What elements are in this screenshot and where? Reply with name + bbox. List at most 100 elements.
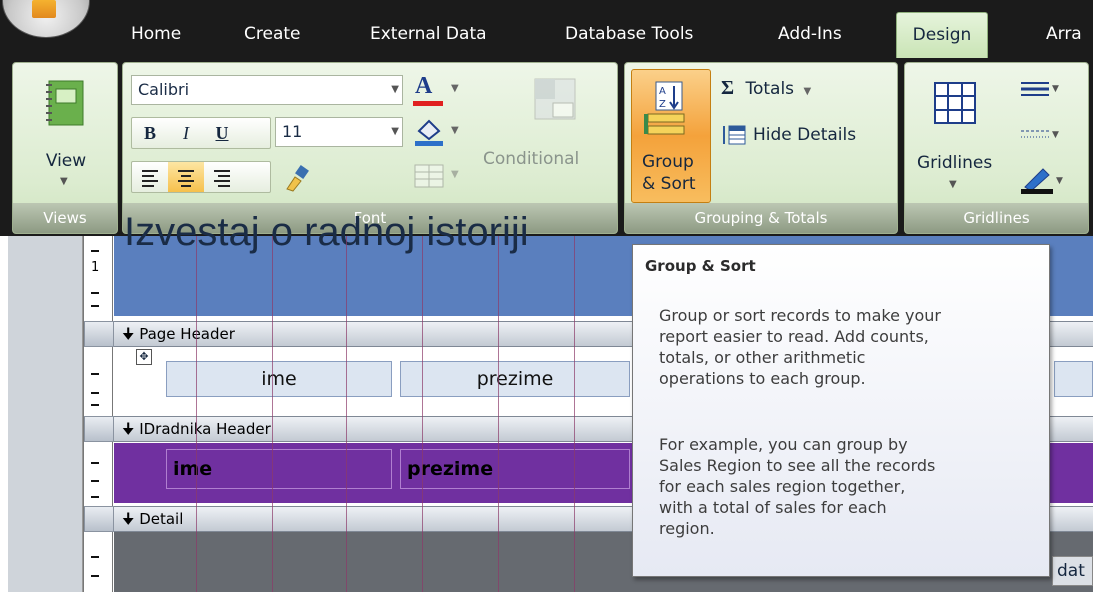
section-selector[interactable]: [84, 416, 114, 442]
ruler-tick: [91, 292, 99, 294]
align-left-icon[interactable]: [132, 162, 168, 192]
view-notebook-icon: [46, 80, 84, 126]
ruler-tick: [91, 250, 99, 252]
font-name-value: Calibri: [138, 80, 190, 99]
tooltip-line: For example, you can group by: [659, 435, 908, 454]
section-selector[interactable]: [84, 506, 114, 532]
totals-button[interactable]: Σ Totals ▼: [721, 77, 811, 105]
svg-text:A: A: [659, 86, 666, 97]
section-selector[interactable]: [84, 321, 114, 347]
section-arrow-icon: 🠋: [122, 510, 135, 528]
views-group-label: Views: [13, 203, 117, 233]
tooltip-line: Group or sort records to make your: [659, 306, 941, 325]
svg-text:▼: ▼: [1052, 84, 1059, 94]
bold-button[interactable]: B: [132, 118, 168, 148]
chevron-down-icon: ▼: [451, 125, 459, 136]
hide-details-label: Hide Details: [753, 125, 857, 145]
tab-external-data[interactable]: External Data: [370, 14, 487, 54]
font-size-value: 11: [282, 122, 303, 141]
sigma-icon: Σ: [721, 77, 735, 99]
tab-add-ins[interactable]: Add-Ins: [778, 14, 842, 54]
font-name-combo[interactable]: Calibri ▼: [131, 75, 403, 105]
design-grid-line: [272, 236, 273, 592]
tooltip-line: Sales Region to see all the records: [659, 456, 936, 475]
section-arrow-icon: 🠋: [122, 420, 135, 438]
prezime-label[interactable]: prezime: [400, 361, 630, 397]
tooltip-line: operations to each group.: [659, 369, 866, 388]
chevron-down-icon: ▼: [391, 84, 399, 95]
tooltip-line: region.: [659, 519, 715, 538]
align-right-icon[interactable]: [204, 162, 240, 192]
chevron-down-icon: ▼: [949, 179, 957, 190]
report-title-label[interactable]: Izvestaj o radnoj istoriji: [124, 210, 529, 255]
alternate-fill-button[interactable]: ▼: [411, 161, 475, 195]
chevron-down-icon: ▼: [391, 126, 399, 137]
tab-create[interactable]: Create: [244, 14, 301, 54]
chevron-down-icon: ▼: [803, 86, 812, 97]
section-arrow-icon: 🠋: [122, 325, 135, 343]
tab-home[interactable]: Home: [131, 14, 181, 54]
design-grid-line: [346, 236, 347, 592]
label-partial[interactable]: [1054, 361, 1093, 397]
chevron-down-icon: ▼: [451, 169, 459, 180]
font-size-combo[interactable]: 11 ▼: [275, 117, 403, 147]
gridlines-group-label: Gridlines: [905, 203, 1088, 233]
format-painter-icon[interactable]: [279, 163, 315, 193]
line-color-icon[interactable]: ▼: [1019, 163, 1067, 195]
tooltip-line: totals, or other arithmetic: [659, 348, 866, 367]
ime-textbox[interactable]: ime: [166, 449, 392, 489]
gridlines-button[interactable]: Gridlines ▼: [913, 73, 1003, 203]
design-grid-line: [196, 236, 197, 592]
conditional-button[interactable]: Conditional: [483, 149, 579, 169]
tab-design[interactable]: Design: [896, 12, 988, 60]
view-button[interactable]: [37, 75, 93, 139]
tooltip-line: for each sales region together,: [659, 477, 906, 496]
alignment-buttons: [131, 161, 271, 193]
design-grid-line: [422, 236, 423, 592]
ribbon-tab-bar: Home Create External Data Database Tools…: [0, 0, 1093, 60]
table-grid-icon: [414, 164, 444, 188]
group-sort-button[interactable]: A Z Group & Sort: [631, 69, 711, 203]
view-dropdown-arrow-icon[interactable]: ▼: [60, 176, 68, 187]
line-type-icon[interactable]: ▼: [1019, 125, 1063, 145]
prezime-textbox[interactable]: prezime: [400, 449, 630, 489]
grouping-totals-group-label: Grouping & Totals: [625, 203, 897, 233]
ime-label[interactable]: ime: [166, 361, 392, 397]
design-grid-line: [498, 236, 499, 592]
totals-label: Totals: [745, 79, 795, 99]
line-thickness-icon[interactable]: ▼: [1019, 79, 1063, 99]
page-header-label: Page Header: [139, 325, 235, 343]
idradnika-header-label: IDradnika Header: [139, 420, 271, 438]
move-handle-icon[interactable]: ✥: [136, 349, 152, 365]
align-center-icon[interactable]: [168, 162, 204, 192]
view-button-label: View: [45, 151, 87, 171]
ruler-tick: [91, 496, 99, 498]
office-logo-icon: [32, 0, 56, 18]
dat-textbox[interactable]: dat: [1052, 556, 1093, 586]
font-color-swatch: [413, 101, 443, 106]
chevron-down-icon: ▼: [451, 83, 459, 94]
group-sort-label-line2: & Sort: [642, 174, 696, 194]
access-report-designer: Home Create External Data Database Tools…: [0, 0, 1093, 592]
hide-details-button[interactable]: Hide Details: [721, 121, 856, 149]
views-group: View ▼ Views: [12, 62, 118, 234]
underline-button[interactable]: U: [204, 118, 240, 148]
tab-database-tools[interactable]: Database Tools: [565, 14, 693, 54]
detail-label: Detail: [139, 510, 184, 528]
ruler-tick: [91, 556, 99, 558]
italic-button[interactable]: I: [168, 118, 204, 148]
font-color-button[interactable]: A ▼: [411, 73, 475, 109]
tooltip-description: Group or sort records to make your repor…: [659, 305, 1039, 389]
tooltip-example: For example, you can group by Sales Regi…: [659, 434, 1039, 539]
font-color-icon: A: [415, 73, 433, 99]
svg-text:▼: ▼: [1052, 130, 1059, 140]
gridlines-icon: [934, 82, 976, 124]
tab-arrange[interactable]: Arra: [1046, 14, 1082, 54]
paint-bucket-icon: [415, 119, 443, 146]
svg-text:▼: ▼: [1056, 176, 1063, 186]
fill-color-button[interactable]: ▼: [411, 117, 475, 151]
design-grid-line: [574, 236, 575, 592]
ruler-tick: [91, 305, 99, 307]
group-sort-label-line1: Group: [642, 152, 694, 172]
group-sort-tooltip: Group & Sort Group or sort records to ma…: [632, 244, 1050, 577]
